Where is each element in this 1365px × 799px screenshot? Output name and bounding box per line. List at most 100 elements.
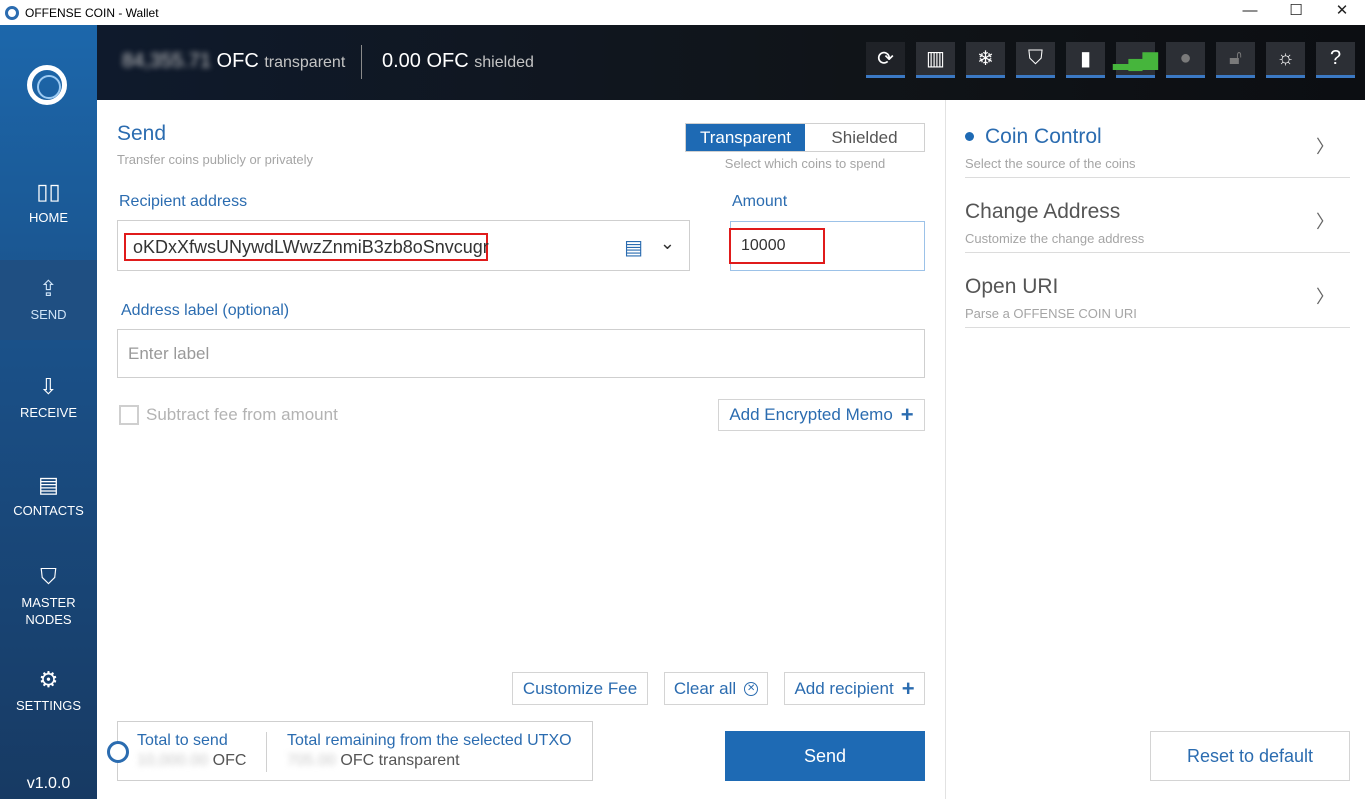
app-logo-icon — [5, 5, 19, 20]
window-controls: — ☐ ✕ — [1227, 0, 1365, 25]
active-dot-icon — [965, 132, 974, 141]
version-label: v1.0.0 — [26, 775, 71, 792]
sidebar-item-receive[interactable]: ⇩ RECEIVE — [0, 358, 97, 438]
add-recipient-label: Add recipient — [794, 678, 894, 698]
send-icon: ⇪ — [39, 275, 58, 301]
clear-all-label: Clear all — [673, 678, 737, 698]
add-recipient-button[interactable]: Add recipient + — [784, 672, 925, 705]
coin-type-toggle: Transparent Shielded — [685, 123, 925, 152]
transparent-balance: 84,355.71 OFC transparent — [122, 50, 345, 73]
shielded-toggle[interactable]: Shielded — [805, 124, 924, 151]
remaining: 705.00 OFC transparent — [287, 752, 460, 770]
receive-icon: ⇩ — [39, 373, 58, 399]
theme-icon[interactable]: ☼ — [1266, 42, 1305, 78]
gear-icon: ⚙ — [38, 666, 59, 692]
clear-all-button[interactable]: Clear all ✕ — [664, 672, 768, 705]
shielded-label: shielded — [474, 54, 534, 71]
customize-fee-label: Customize Fee — [522, 678, 638, 698]
storage-icon[interactable]: ▥ — [916, 42, 955, 78]
contacts-icon: ▤ — [38, 471, 59, 497]
sync-icon[interactable]: ⟳ — [866, 42, 905, 78]
sidebar-item-home[interactable]: ▯▯ HOME — [0, 163, 97, 243]
total-to-send-label: Total to send — [137, 732, 228, 749]
reset-to-default-button[interactable]: Reset to default — [1150, 731, 1350, 781]
status-icons: ⟳ ▥ ❄ ⛉ ▮ ▂▄▆ ● 🔓︎ ☼ ? — [866, 42, 1355, 78]
coin-control-subtitle: Select the source of the coins — [965, 156, 1136, 171]
masternode-icon[interactable]: ⛉ — [1016, 42, 1055, 78]
balance-bar: 84,355.71 OFC transparent 0.00 OFC shiel… — [97, 25, 1365, 100]
transparent-amount: 84,355.71 — [122, 50, 211, 72]
plus-icon: + — [900, 402, 914, 427]
lock-icon[interactable]: 🔓︎ — [1216, 42, 1255, 78]
chevron-down-icon[interactable]: ⌄ — [660, 233, 675, 254]
network-icon[interactable]: ▂▄▆ — [1113, 42, 1158, 78]
subtract-fee-label: Subtract fee from amount — [146, 405, 338, 424]
page-subtitle: Transfer coins publicly or privately — [117, 152, 314, 167]
wallet-logo-icon — [27, 65, 67, 105]
sidebar-item-contacts[interactable]: ▤ CONTACTS — [0, 456, 97, 536]
clear-icon: ✕ — [744, 681, 759, 696]
open-uri-title: Open URI — [965, 275, 1059, 298]
add-memo-button[interactable]: Add Encrypted Memo + — [718, 399, 925, 431]
send-panel: Send Transfer coins publicly or privatel… — [97, 100, 945, 799]
remaining-label: Total remaining from the selected UTXO — [287, 732, 572, 749]
open-uri-item[interactable]: Open URI Parse a OFFENSE COIN URI 〉 — [965, 253, 1350, 328]
amount-field[interactable]: 10000 — [729, 221, 925, 271]
toggle-hint: Select which coins to spend — [724, 156, 886, 171]
amount-input[interactable]: 10000 — [729, 228, 825, 264]
recipient-address-input[interactable]: oKDxXfwsUNywdLWwzZnmiB3zb8oSnvcugr — [124, 233, 489, 261]
transparent-toggle[interactable]: Transparent — [686, 124, 805, 151]
coin-logo-icon — [107, 741, 129, 763]
open-uri-subtitle: Parse a OFFENSE COIN URI — [965, 306, 1137, 321]
remaining-value: 705.00 — [287, 752, 336, 769]
customize-fee-button[interactable]: Customize Fee — [512, 672, 648, 705]
transparent-unit: OFC — [216, 50, 259, 72]
shielded-amount: 0.00 — [382, 50, 421, 72]
shielded-unit: OFC — [426, 50, 469, 72]
total-to-send-value: 10,000.00 — [137, 752, 209, 769]
totals-box: Total to send 10,000.00 OFC Total remain… — [107, 721, 593, 781]
recipient-field[interactable]: oKDxXfwsUNywdLWwzZnmiB3zb8oSnvcugr ▤ ⌄ — [117, 220, 690, 271]
remaining-unit: OFC transparent — [340, 752, 460, 769]
total-to-send: 10,000.00 OFC — [137, 752, 246, 770]
transparent-label: transparent — [264, 54, 346, 71]
sidebar-item-label: CONTACTS — [13, 502, 84, 518]
shielded-balance: 0.00 OFC shielded — [382, 50, 534, 73]
document-icon[interactable]: ▮ — [1066, 42, 1105, 78]
change-address-title: Change Address — [965, 200, 1121, 223]
sidebar-item-label: SETTINGS — [15, 697, 81, 713]
sidebar-item-label: RECEIVE — [19, 404, 78, 420]
sidebar-item-send[interactable]: ⇪ SEND — [0, 260, 97, 340]
masternode-icon: ⛉ — [40, 564, 57, 589]
change-address-item[interactable]: Change Address Customize the change addr… — [965, 178, 1350, 253]
home-icon: ▯▯ — [36, 178, 61, 204]
close-button[interactable]: ✕ — [1319, 0, 1365, 20]
page-title: Send — [117, 122, 167, 145]
address-label-input[interactable] — [117, 329, 925, 378]
recipient-label: Recipient address — [119, 193, 248, 210]
chevron-right-icon: 〉 — [1316, 212, 1334, 232]
add-memo-label: Add Encrypted Memo — [729, 405, 893, 424]
sidebar-item-masternodes[interactable]: ⛉ MASTER NODES — [0, 557, 97, 637]
snowflake-icon[interactable]: ❄ — [966, 42, 1005, 78]
sidebar-item-label: HOME — [29, 209, 68, 225]
sidebar: ▯▯ HOME ⇪ SEND ⇩ RECEIVE ▤ CONTACTS ⛉ MA… — [0, 25, 97, 799]
balance-divider — [361, 45, 362, 79]
change-address-subtitle: Customize the change address — [965, 231, 1145, 246]
address-book-icon[interactable]: ▤ — [624, 235, 643, 260]
plus-icon: + — [901, 675, 915, 701]
address-label-label: Address label (optional) — [121, 302, 290, 319]
tor-icon[interactable]: ● — [1166, 42, 1205, 78]
total-to-send-unit: OFC — [212, 752, 247, 769]
subtract-fee-checkbox[interactable] — [119, 405, 139, 425]
coin-control-item[interactable]: Coin Control Select the source of the co… — [965, 103, 1350, 178]
sidebar-item-label: MASTER NODES — [21, 595, 76, 627]
chevron-right-icon: 〉 — [1316, 287, 1334, 307]
title-bar: OFFENSE COIN - Wallet — ☐ ✕ — [0, 0, 1365, 25]
options-panel: Coin Control Select the source of the co… — [945, 100, 1365, 799]
sidebar-item-settings[interactable]: ⚙ SETTINGS — [0, 651, 97, 731]
maximize-button[interactable]: ☐ — [1273, 0, 1319, 20]
help-icon[interactable]: ? — [1316, 42, 1355, 78]
minimize-button[interactable]: — — [1227, 0, 1273, 20]
send-button[interactable]: Send — [725, 731, 925, 781]
